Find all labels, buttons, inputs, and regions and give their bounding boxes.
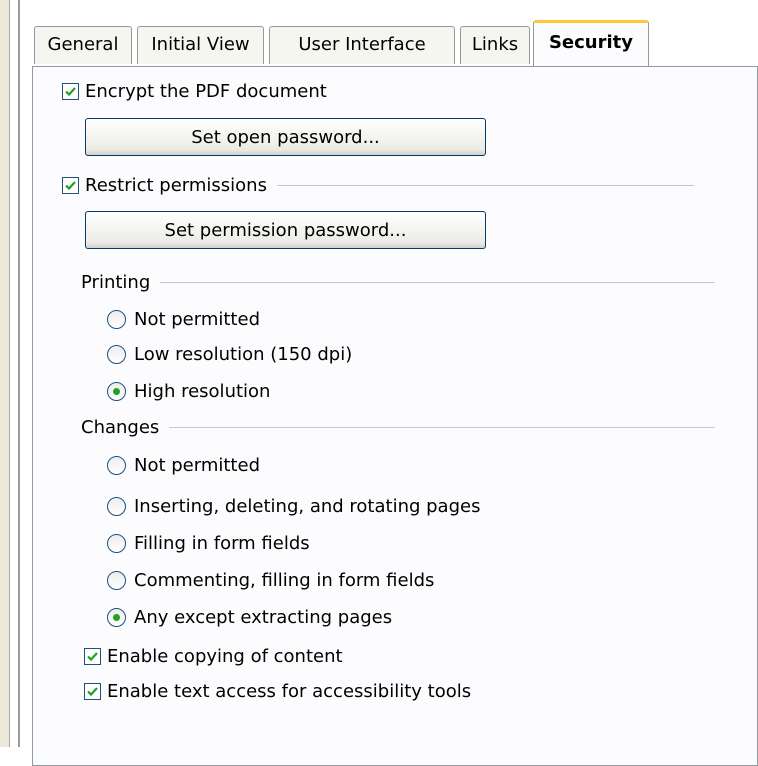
changes-separator — [169, 427, 715, 428]
restrict-separator — [276, 185, 694, 186]
changes-option-label: Commenting, filling in form fields — [134, 570, 435, 591]
check-icon — [86, 685, 99, 698]
check-icon — [86, 650, 99, 663]
changes-option[interactable]: Any except extracting pages — [107, 607, 392, 628]
printing-option[interactable]: High resolution — [107, 381, 270, 402]
changes-radio[interactable] — [107, 456, 126, 475]
changes-option-label: Inserting, deleting, and rotating pages — [134, 496, 481, 517]
changes-option-label: Any except extracting pages — [134, 607, 393, 628]
printing-separator — [160, 282, 715, 283]
window-edge — [0, 0, 10, 747]
printing-option-label: High resolution — [134, 381, 271, 402]
changes-header: Changes — [81, 417, 715, 438]
changes-option[interactable]: Inserting, deleting, and rotating pages — [107, 496, 480, 517]
copy-content-row[interactable]: Enable copying of content — [84, 646, 343, 667]
printing-option[interactable]: Not permitted — [107, 309, 260, 330]
tab-links[interactable]: Links — [460, 26, 530, 64]
check-icon — [64, 179, 77, 192]
set-permission-password-button[interactable]: Set permission password... — [85, 211, 486, 249]
changes-option[interactable]: Not permitted — [107, 455, 260, 476]
printing-label: Printing — [81, 272, 151, 293]
changes-radio[interactable] — [107, 534, 126, 553]
text-access-label: Enable text access for accessibility too… — [107, 681, 472, 702]
printing-radio[interactable] — [107, 345, 126, 364]
tab-general[interactable]: General — [34, 26, 132, 64]
printing-option[interactable]: Low resolution (150 dpi) — [107, 344, 352, 365]
changes-radio[interactable] — [107, 571, 126, 590]
text-access-row[interactable]: Enable text access for accessibility too… — [84, 681, 471, 702]
check-icon — [64, 85, 77, 98]
radio-selected-dot — [113, 614, 120, 621]
encrypt-label: Encrypt the PDF document — [85, 81, 327, 102]
window-divider — [18, 0, 20, 747]
radio-selected-dot — [113, 388, 120, 395]
changes-radio[interactable] — [107, 497, 126, 516]
restrict-label: Restrict permissions — [85, 175, 267, 196]
set-open-password-button[interactable]: Set open password... — [85, 118, 486, 156]
tab-user-interface[interactable]: User Interface — [269, 26, 455, 64]
printing-radio[interactable] — [107, 382, 126, 401]
text-access-checkbox[interactable] — [84, 683, 101, 700]
changes-label: Changes — [81, 417, 160, 438]
restrict-checkbox[interactable] — [62, 177, 79, 194]
encrypt-row[interactable]: Encrypt the PDF document — [62, 81, 327, 102]
changes-option-label: Filling in form fields — [134, 533, 310, 554]
copy-content-label: Enable copying of content — [107, 646, 343, 667]
printing-option-label: Not permitted — [134, 309, 260, 330]
changes-option[interactable]: Filling in form fields — [107, 533, 310, 554]
copy-content-checkbox[interactable] — [84, 648, 101, 665]
changes-option[interactable]: Commenting, filling in form fields — [107, 570, 434, 591]
printing-header: Printing — [81, 272, 715, 293]
changes-option-label: Not permitted — [134, 455, 260, 476]
changes-radio[interactable] — [107, 608, 126, 627]
encrypt-checkbox[interactable] — [62, 83, 79, 100]
tab-security[interactable]: Security — [533, 20, 649, 66]
tab-initial-view[interactable]: Initial View — [137, 26, 264, 64]
printing-option-label: Low resolution (150 dpi) — [134, 344, 353, 365]
restrict-row[interactable]: Restrict permissions — [62, 175, 694, 196]
printing-radio[interactable] — [107, 310, 126, 329]
